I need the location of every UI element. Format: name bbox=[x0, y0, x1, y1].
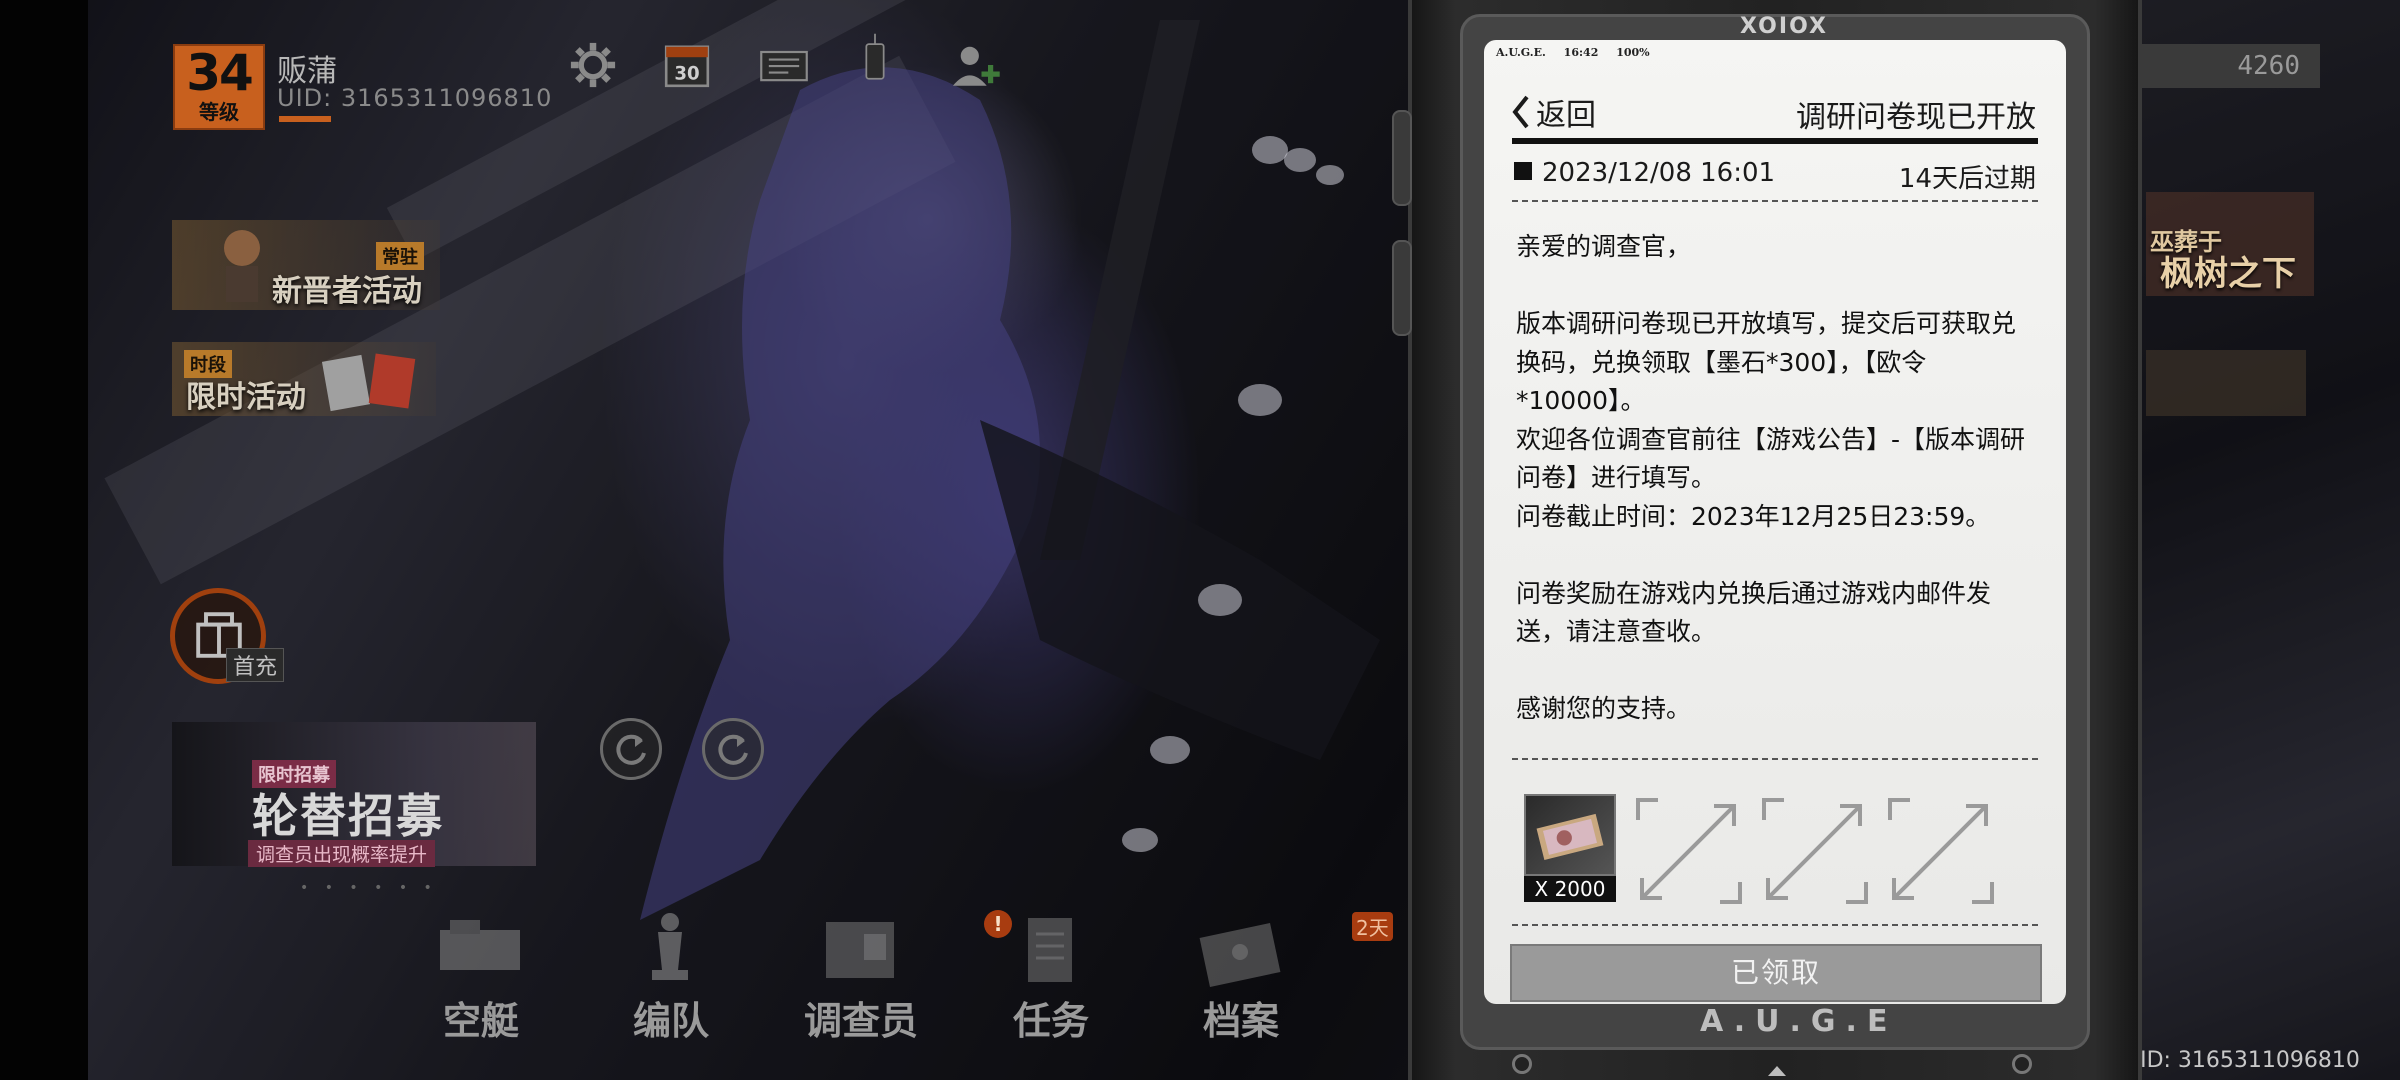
device-screw bbox=[2012, 1054, 2032, 1074]
mail-paragraph bbox=[1516, 267, 2036, 306]
player-uid: UID: 3165311096810 bbox=[277, 84, 553, 112]
back-button[interactable]: 返回 bbox=[1510, 90, 1596, 134]
limited-event-banner[interactable]: 时段 限时活动 bbox=[172, 342, 436, 416]
right-event-banner-2[interactable] bbox=[2146, 350, 2306, 416]
dashed-divider bbox=[1512, 924, 2038, 926]
refresh-icon bbox=[718, 734, 748, 765]
mail-paragraph: 亲爱的调查官， bbox=[1516, 232, 1692, 261]
device-logo: XOIOX bbox=[1740, 14, 1828, 39]
status-carrier: A.U.G.E. bbox=[1496, 46, 1546, 59]
level-number: 34 bbox=[186, 44, 254, 102]
title-divider bbox=[1512, 138, 2038, 144]
date-marker-icon bbox=[1514, 162, 1532, 180]
right-event-banner[interactable]: 巫葬于 枫树之下 bbox=[2146, 192, 2314, 296]
claimed-reward-slot bbox=[1634, 796, 1744, 906]
gear-icon[interactable] bbox=[566, 38, 620, 92]
chibi-character-icon bbox=[224, 230, 260, 302]
chess-piece-icon bbox=[652, 913, 688, 980]
recruit-title: 轮替招募 bbox=[252, 789, 444, 843]
mail-paragraph bbox=[1516, 536, 2036, 575]
status-time: 16:42 bbox=[1563, 46, 1599, 59]
add-friend-icon[interactable] bbox=[948, 38, 1002, 92]
newcomer-event-banner[interactable]: 常驻 新晋者活动 bbox=[172, 220, 440, 310]
nav-tasks-label: 任务 bbox=[1012, 999, 1089, 1043]
chevron-up-icon[interactable] bbox=[1766, 1064, 1788, 1078]
cards-icon bbox=[322, 353, 416, 412]
device-screw bbox=[1512, 1054, 1532, 1074]
archive-box-icon bbox=[1199, 923, 1281, 987]
calendar-day: 30 bbox=[674, 63, 699, 84]
device-brand: A.U.G.E bbox=[1700, 1004, 1898, 1039]
device-side-knob bbox=[1392, 110, 1412, 206]
mail-expiry: 14天后过期 bbox=[1898, 164, 2036, 194]
time-remaining-badge: 2天 bbox=[1352, 912, 1393, 941]
mail-icon[interactable] bbox=[752, 38, 816, 92]
first-charge-label: 首充 bbox=[226, 648, 285, 682]
dossier-icon bbox=[826, 922, 894, 978]
chevron-left-icon bbox=[1512, 95, 1529, 129]
refresh-icon bbox=[616, 734, 646, 765]
nav-airship-label: 空艇 bbox=[442, 999, 519, 1043]
back-label: 返回 bbox=[1536, 98, 1596, 133]
nav-archive[interactable]: 档案 bbox=[1166, 910, 1316, 1043]
nav-team-label: 编队 bbox=[632, 999, 709, 1043]
currency-display[interactable]: 4260 bbox=[2140, 44, 2320, 88]
mail-title: 调研问卷现已开放 bbox=[1796, 100, 2036, 135]
mail-date: 2023/12/08 16:01 bbox=[1542, 158, 1776, 188]
device-icon[interactable] bbox=[848, 20, 902, 96]
nav-team[interactable]: 编队 bbox=[596, 910, 746, 1043]
claim-button[interactable]: 已领取 bbox=[1510, 944, 2042, 1002]
swap-left-button[interactable] bbox=[600, 718, 662, 780]
calendar-icon[interactable]: 30 bbox=[660, 38, 714, 92]
device-side-knob bbox=[1392, 240, 1412, 336]
level-badge[interactable]: 34 等级 bbox=[173, 44, 265, 130]
banknote-icon bbox=[1524, 794, 1616, 876]
nav-archive-label: 档案 bbox=[1202, 999, 1279, 1043]
mail-paragraph: 问卷奖励在游戏内兑换后通过游戏内邮件发送，请注意查收。 bbox=[1516, 578, 1992, 647]
uid-watermark: UID: 3165311096810 bbox=[2124, 1048, 2360, 1073]
mail-screen: A.U.G.E. 16:42 100% 返回 调研问卷现已开放 2023/12/… bbox=[1484, 40, 2066, 1004]
mail-paragraph: 感谢您的支持。 bbox=[1516, 694, 1692, 723]
claimed-reward-slot bbox=[1760, 796, 1870, 906]
device-status-bar: A.U.G.E. 16:42 100% bbox=[1496, 46, 1664, 59]
reward-count: X 2000 bbox=[1524, 876, 1616, 902]
right-banner-line2: 枫树之下 bbox=[2160, 254, 2296, 294]
nav-airship[interactable]: 空艇 bbox=[406, 910, 556, 1043]
carousel-dots[interactable]: • • • • • • bbox=[300, 880, 438, 896]
tasks-alert-badge: ! bbox=[984, 910, 1012, 938]
reward-list: X 2000 bbox=[1522, 792, 2032, 904]
newcomer-label: 新晋者活动 bbox=[272, 274, 422, 309]
claimed-reward-slot bbox=[1886, 796, 1996, 906]
dashed-divider bbox=[1512, 758, 2038, 760]
airship-icon bbox=[440, 920, 520, 970]
clipboard-icon bbox=[1028, 918, 1072, 982]
limited-label: 限时活动 bbox=[186, 380, 306, 415]
reward-item[interactable]: X 2000 bbox=[1522, 792, 1618, 904]
mail-paragraph: 欢迎各位调查官前往【游戏公告】-【版本调研问卷】进行填写。 bbox=[1516, 424, 2026, 493]
mail-paragraph bbox=[1516, 652, 2036, 691]
mail-paragraph: 版本调研问卷现已开放填写，提交后可获取兑换码，兑换领取【墨石*300】，【欧令*… bbox=[1516, 309, 2017, 415]
exp-bar bbox=[279, 116, 331, 122]
dashed-divider bbox=[1512, 200, 2038, 202]
recruit-subtitle: 调查员出现概率提升 bbox=[248, 840, 436, 867]
swap-right-button[interactable] bbox=[702, 718, 764, 780]
nav-investigator-label: 调查员 bbox=[803, 999, 918, 1043]
level-label: 等级 bbox=[199, 100, 239, 124]
nav-investigator[interactable]: 调查员 bbox=[786, 910, 936, 1043]
mail-body: 亲爱的调查官， 版本调研问卷现已开放填写，提交后可获取兑换码，兑换领取【墨石*3… bbox=[1516, 228, 2036, 729]
mail-meta: 2023/12/08 16:01 14天后过期 bbox=[1514, 158, 2036, 194]
status-battery: 100% bbox=[1616, 46, 1650, 59]
mail-paragraph: 问卷截止时间：2023年12月25日23:59。 bbox=[1516, 501, 1991, 531]
